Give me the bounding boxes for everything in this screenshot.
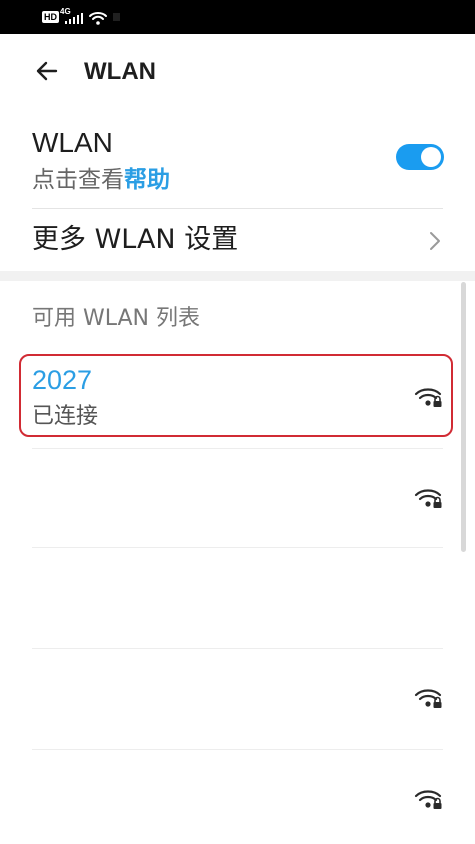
help-link[interactable]: 帮助 bbox=[124, 167, 170, 193]
section-separator bbox=[0, 271, 475, 281]
connected-network-highlight bbox=[19, 354, 453, 437]
wlan-toggle[interactable] bbox=[396, 144, 444, 170]
page-title: WLAN bbox=[84, 58, 156, 85]
toggle-knob bbox=[421, 147, 441, 167]
network-item[interactable] bbox=[0, 750, 475, 844]
available-networks-title: 可用 WLAN 列表 bbox=[32, 306, 201, 331]
wifi-lock-icon bbox=[414, 489, 442, 508]
hd-badge: HD bbox=[42, 11, 59, 23]
wlan-toggle-row[interactable]: WLAN 点击查看帮助 bbox=[0, 112, 475, 208]
chevron-right-icon bbox=[430, 232, 440, 250]
wifi-lock-icon bbox=[414, 689, 442, 708]
wifi-lock-icon bbox=[414, 790, 442, 809]
wifi-status-icon bbox=[89, 12, 107, 25]
network-item[interactable] bbox=[0, 548, 475, 648]
network-item[interactable] bbox=[0, 449, 475, 547]
more-wlan-settings-row[interactable]: 更多 WLAN 设置 bbox=[0, 209, 475, 271]
header: WLAN bbox=[0, 34, 475, 110]
wlan-subtitle-prefix: 点击查看 bbox=[32, 167, 124, 193]
signal-icon bbox=[65, 13, 83, 24]
status-bar: HD 4G bbox=[0, 0, 475, 34]
notification-icon bbox=[113, 13, 120, 21]
scrollbar[interactable] bbox=[461, 282, 466, 552]
wlan-subtitle: 点击查看帮助 bbox=[32, 164, 170, 196]
network-item[interactable] bbox=[0, 649, 475, 749]
wlan-title: WLAN bbox=[32, 127, 113, 158]
more-wlan-settings-label: 更多 WLAN 设置 bbox=[32, 224, 239, 255]
back-arrow-icon[interactable] bbox=[34, 58, 60, 84]
